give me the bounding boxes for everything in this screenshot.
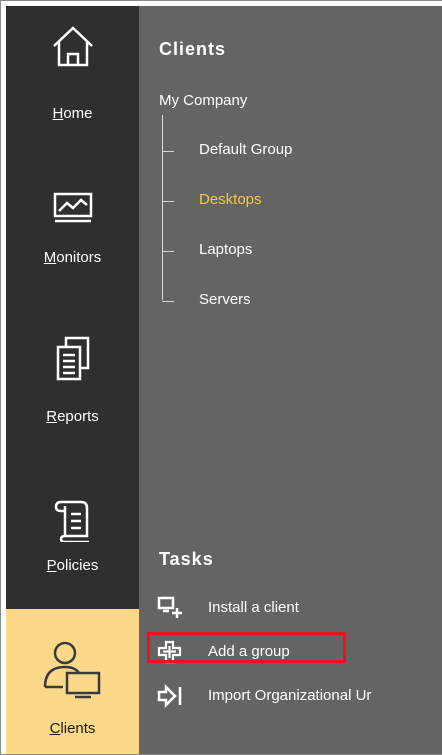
- nav-label-clients: Clients: [49, 720, 96, 737]
- nav-label-policies: Policies: [46, 557, 99, 574]
- tree-item-label: Desktops: [199, 191, 262, 208]
- task-label: Add a group: [208, 643, 290, 660]
- clients-section-title: Clients: [159, 39, 227, 59]
- app-window: Home Monitors Reports Policies Clients C…: [0, 0, 442, 755]
- policies-icon: [6, 498, 139, 542]
- nav-label-home: Home: [52, 105, 93, 122]
- sidebar-nav: Home Monitors Reports Policies Clients: [6, 6, 139, 754]
- tree-item-label: Default Group: [199, 141, 293, 158]
- nav-item-reports[interactable]: Reports: [6, 296, 139, 446]
- main-panel: Clients My Company Default Group Desktop…: [139, 6, 442, 754]
- tree-root-my-company[interactable]: My Company: [159, 92, 247, 109]
- install-client-icon: [157, 596, 183, 620]
- tasks-section-title: Tasks: [159, 549, 214, 569]
- task-label: Install a client: [208, 599, 299, 616]
- clients-icon: [6, 639, 139, 699]
- nav-item-home[interactable]: Home: [6, 6, 139, 151]
- import-icon: [157, 683, 183, 709]
- nav-label-monitors: Monitors: [43, 249, 102, 266]
- nav-label-reports: Reports: [46, 408, 99, 425]
- tree-item-label: Servers: [199, 291, 251, 308]
- add-group-icon: [157, 640, 183, 664]
- nav-item-clients[interactable]: Clients: [6, 609, 139, 754]
- home-icon: [6, 24, 139, 70]
- tree-item-label: Laptops: [199, 241, 253, 258]
- reports-icon: [6, 335, 139, 383]
- nav-item-policies[interactable]: Policies: [6, 446, 139, 609]
- monitor-icon: [6, 191, 139, 225]
- task-label: Import Organizational Ur: [208, 687, 372, 704]
- tree-connector: [162, 115, 163, 300]
- nav-item-monitors[interactable]: Monitors: [6, 151, 139, 296]
